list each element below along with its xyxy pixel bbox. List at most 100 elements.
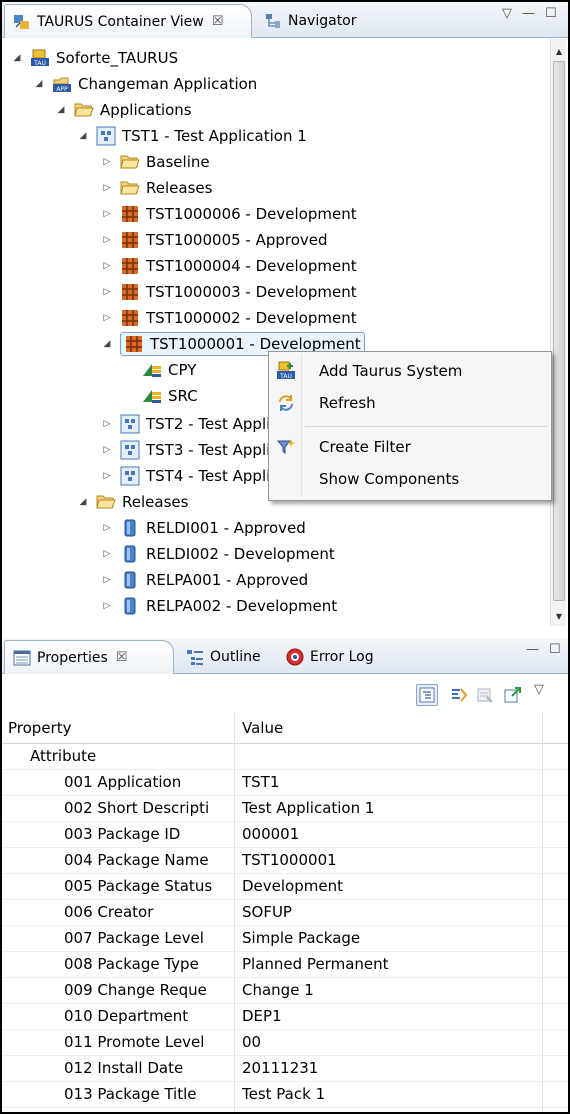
collapsed-arrow-icon[interactable]: ▷	[100, 573, 114, 587]
properties-icon	[13, 649, 31, 667]
scrollbar-thumb[interactable]	[553, 61, 565, 601]
close-icon[interactable]: ☒	[212, 14, 224, 29]
collapsed-arrow-icon[interactable]: ▷	[100, 469, 114, 483]
tree-node-releases[interactable]: ◢ Releases	[76, 489, 189, 515]
property-value: 00	[242, 1033, 262, 1051]
application-icon: APP	[52, 74, 72, 94]
table-row[interactable]: 010 Department DEP1	[2, 1004, 568, 1030]
tree-node-src[interactable]: SRC	[142, 383, 198, 409]
tab-properties[interactable]: Properties ☒	[4, 640, 174, 674]
tree-node-baseline[interactable]: ▷ Baseline	[100, 149, 210, 175]
folder-open-icon	[96, 492, 116, 512]
maximize-icon[interactable]: ☐	[545, 6, 557, 21]
tab-taurus-container-view[interactable]: TAURUS Container View ☒	[4, 4, 252, 38]
bottom-view-controls: — ☐	[526, 642, 561, 657]
column-header-value[interactable]: Value	[242, 719, 283, 737]
tree-node-cpy[interactable]: CPY	[142, 357, 196, 383]
package-icon	[120, 308, 140, 328]
tree-node-package[interactable]: ▷ TST1000004 - Development	[100, 253, 357, 279]
scroll-down-icon[interactable]: ▼	[551, 608, 567, 624]
collapsed-arrow-icon[interactable]: ▷	[100, 547, 114, 561]
table-row[interactable]: 011 Promote Level 00	[2, 1030, 568, 1056]
view-menu-icon[interactable]: ▽	[528, 678, 550, 700]
tab-outline[interactable]: Outline	[178, 640, 271, 674]
svg-text:APP: APP	[56, 86, 68, 93]
tree-node-label: TST1 - Test Application 1	[122, 127, 307, 145]
menu-item-refresh[interactable]: Refresh	[271, 388, 549, 418]
property-key: 005 Package Status	[64, 877, 213, 895]
outline-icon	[186, 648, 204, 666]
scroll-up-icon[interactable]: ▲	[551, 43, 567, 59]
view-menu-icon[interactable]: ▽	[502, 6, 512, 21]
collapsed-arrow-icon[interactable]: ▷	[100, 181, 114, 195]
tab-label: Properties	[37, 649, 108, 666]
property-value: TST1000001	[242, 851, 337, 869]
table-row[interactable]: 013 Package Title Test Pack 1	[2, 1082, 568, 1108]
tree-node-changeman-application[interactable]: ◢ APP Changeman Application	[32, 71, 258, 97]
tree-node-release[interactable]: ▷ RELDI001 - Approved	[100, 515, 306, 541]
column-header-property[interactable]: Property	[8, 719, 71, 737]
close-icon[interactable]: ☒	[116, 650, 128, 665]
collapsed-arrow-icon[interactable]: ▷	[100, 285, 114, 299]
collapsed-arrow-icon[interactable]: ▷	[100, 521, 114, 535]
collapsed-arrow-icon[interactable]: ▷	[100, 311, 114, 325]
expanded-arrow-icon[interactable]: ◢	[76, 129, 90, 143]
tree-node-package[interactable]: ▷ TST1000005 - Approved	[100, 227, 328, 253]
table-row[interactable]: 009 Change Reque Change 1	[2, 978, 568, 1004]
restore-default-icon[interactable]	[474, 684, 496, 706]
tree-node-soforte-taurus[interactable]: ◢ TAU Soforte_TAURUS	[10, 45, 179, 71]
tree-node-applications[interactable]: ◢ Applications	[54, 97, 192, 123]
expanded-arrow-icon[interactable]: ◢	[10, 51, 24, 65]
table-row[interactable]: 007 Package Level Simple Package	[2, 926, 568, 952]
release-icon	[120, 596, 140, 616]
collapsed-arrow-icon[interactable]: ▷	[100, 259, 114, 273]
tree-scrollbar[interactable]: ▲ ▼	[550, 39, 566, 626]
table-row[interactable]: 006 Creator SOFUP	[2, 900, 568, 926]
tab-navigator[interactable]: Navigator	[256, 4, 367, 38]
table-row[interactable]: 001 Application TST1	[2, 770, 568, 796]
eclipse-window: TAURUS Container View ☒ Navigator ▽ — ☐ …	[0, 0, 570, 1114]
tree-node-release[interactable]: ▷ RELPA001 - Approved	[100, 567, 309, 593]
application-module-icon	[120, 466, 140, 486]
collapsed-arrow-icon[interactable]: ▷	[100, 417, 114, 431]
table-row[interactable]: 008 Package Type Planned Permanent	[2, 952, 568, 978]
tree-node-label: TST1000005 - Approved	[146, 231, 328, 249]
expanded-arrow-icon[interactable]: ◢	[76, 495, 90, 509]
minimize-icon[interactable]: —	[522, 6, 535, 21]
expanded-arrow-icon[interactable]: ◢	[32, 77, 46, 91]
table-row-category[interactable]: Attribute	[2, 744, 568, 770]
collapsed-arrow-icon[interactable]: ▷	[100, 233, 114, 247]
tree-node-package[interactable]: ▷ TST1000002 - Development	[100, 305, 357, 331]
table-row[interactable]: 012 Install Date 20111231	[2, 1056, 568, 1082]
table-row[interactable]: 004 Package Name TST1000001	[2, 848, 568, 874]
collapsed-arrow-icon[interactable]: ▷	[100, 155, 114, 169]
tree-node-package[interactable]: ▷ TST1000003 - Development	[100, 279, 357, 305]
property-value: Development	[242, 877, 343, 895]
application-module-icon	[120, 414, 140, 434]
maximize-icon[interactable]: ☐	[549, 642, 561, 657]
table-row[interactable]: 002 Short Descripti Test Application 1	[2, 796, 568, 822]
collapsed-arrow-icon[interactable]: ▷	[100, 599, 114, 613]
table-row[interactable]: 005 Package Status Development	[2, 874, 568, 900]
show-categories-icon[interactable]	[416, 684, 438, 706]
minimize-icon[interactable]: —	[526, 642, 539, 657]
tree-node-releases-tst1[interactable]: ▷ Releases	[100, 175, 213, 201]
tree-node-package[interactable]: ▷ TST1000006 - Development	[100, 201, 357, 227]
show-advanced-icon[interactable]	[448, 684, 470, 706]
svg-text:TAU: TAU	[279, 373, 292, 380]
menu-item-show-components[interactable]: Show Components	[271, 464, 549, 494]
tree-node-label: TST1000003 - Development	[146, 283, 357, 301]
collapsed-arrow-icon[interactable]: ▷	[100, 207, 114, 221]
expanded-arrow-icon[interactable]: ◢	[54, 103, 68, 117]
tree-node-tst1[interactable]: ◢ TST1 - Test Application 1	[76, 123, 307, 149]
tab-error-log[interactable]: Error Log	[278, 640, 384, 674]
tree-node-release[interactable]: ▷ RELPA002 - Development	[100, 593, 338, 619]
expanded-arrow-icon[interactable]: ◢	[100, 337, 114, 351]
tree-node-release[interactable]: ▷ RELDI002 - Development	[100, 541, 335, 567]
menu-item-add-taurus-system[interactable]: TAU Add Taurus System	[271, 356, 549, 386]
pin-to-selection-icon[interactable]	[502, 684, 524, 706]
menu-item-create-filter[interactable]: Create Filter	[271, 432, 549, 462]
table-row[interactable]: 003 Package ID 000001	[2, 822, 568, 848]
menu-item-label: Show Components	[319, 470, 460, 488]
collapsed-arrow-icon[interactable]: ▷	[100, 443, 114, 457]
